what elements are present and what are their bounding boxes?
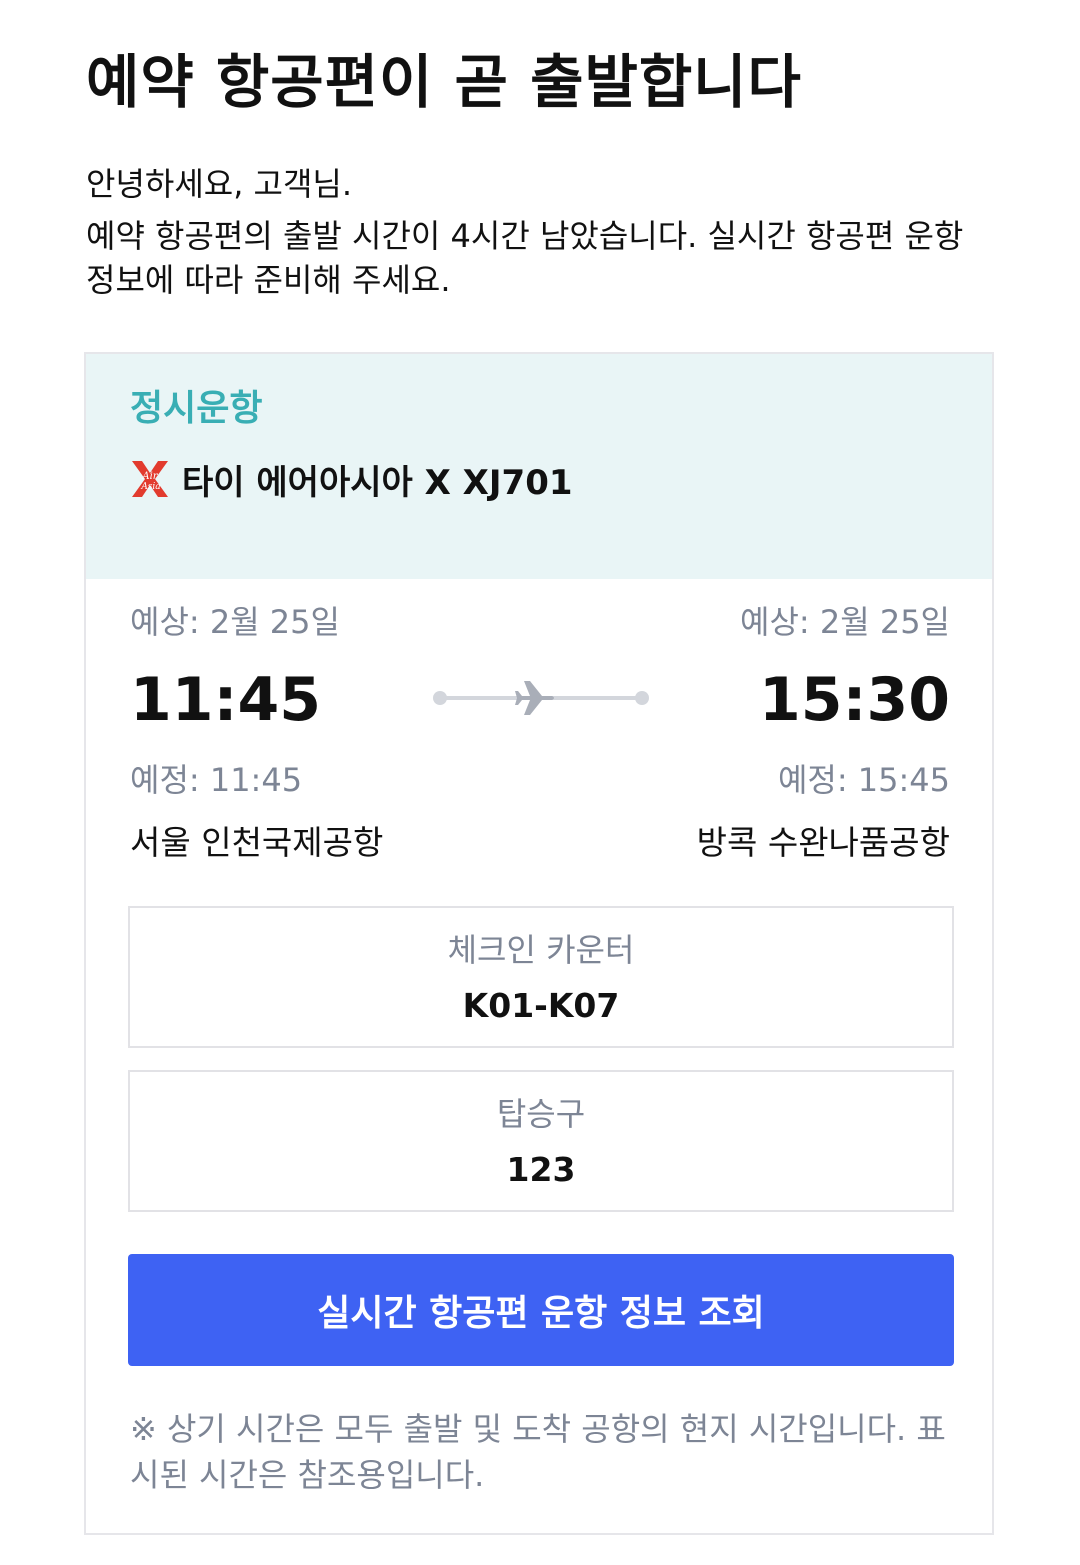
flight-status: 정시운항 <box>130 388 263 429</box>
flight-card-header: 정시운항 Air Asia 타이 에어아시아 X XJ701 <box>86 354 992 579</box>
airplane-icon <box>515 681 554 715</box>
checkin-counter-label: 체크인 카운터 <box>447 931 635 969</box>
greeting-text: 안녕하세요, 고객님. <box>86 165 353 203</box>
checkin-counter-value: K01-K07 <box>462 986 620 1025</box>
arrival-airport: 방콕 수완나품공항 <box>696 823 950 862</box>
arrival-time: 15:30 <box>759 665 950 735</box>
arrival-scheduled-time: 예정: 15:45 <box>777 761 950 799</box>
departure-scheduled-time: 예정: 11:45 <box>130 761 303 799</box>
svg-text:Asia: Asia <box>140 482 160 492</box>
departure-time: 11:45 <box>130 665 321 735</box>
local-time-footnote: ※ 상기 시간은 모두 출발 및 도착 공항의 현지 시간입니다. 표시된 시간… <box>130 1410 946 1494</box>
departure-airport: 서울 인천국제공항 <box>130 823 384 862</box>
checkin-counter-box: 체크인 카운터 K01-K07 <box>128 906 954 1048</box>
route-line <box>432 678 650 718</box>
gate-label: 탑승구 <box>496 1095 586 1133</box>
intro-text: 예약 항공편의 출발 시간이 4시간 남았습니다. 실시간 항공편 운항 정보에… <box>86 217 964 299</box>
arrival-estimated-date: 예상: 2월 25일 <box>740 603 950 641</box>
flight-card: 정시운항 Air Asia 타이 에어아시아 X XJ701 예상: 2월 25… <box>84 352 994 1535</box>
airline-flight-number: 타이 에어아시아 X XJ701 <box>182 462 573 503</box>
live-flight-status-button[interactable]: 실시간 항공편 운항 정보 조회 <box>128 1254 954 1366</box>
gate-box: 탑승구 123 <box>128 1070 954 1212</box>
svg-text:Air: Air <box>141 471 158 482</box>
gate-value: 123 <box>506 1150 576 1189</box>
departure-estimated-date: 예상: 2월 25일 <box>130 603 340 641</box>
airline-row: Air Asia 타이 에어아시아 X XJ701 <box>128 454 573 504</box>
airasia-x-logo-icon: Air Asia <box>128 457 172 501</box>
page-title: 예약 항공편이 곧 출발합니다 <box>86 48 802 116</box>
